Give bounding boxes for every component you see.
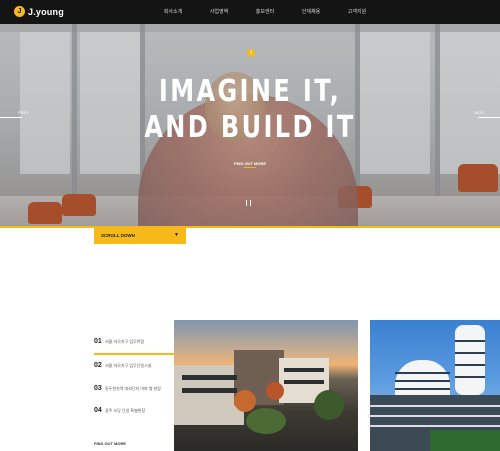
prev-slide-button[interactable]: PREV (18, 110, 29, 115)
project-number: 03 (94, 385, 102, 392)
project-number: 01 (94, 338, 102, 345)
main-nav: 회사소개 사업영역 홍보센터 인재채용 고객지원 (150, 0, 380, 24)
logo-mark-icon: J (14, 6, 25, 17)
project-active-indicator (94, 353, 174, 355)
tower-band (455, 364, 485, 366)
chevron-down-icon: ▼ (174, 232, 179, 238)
tower-band (395, 380, 450, 382)
slide-pager-dot-1[interactable] (246, 200, 247, 206)
project-image-towers[interactable] (370, 320, 500, 451)
project-item-3[interactable]: 03 동두천지역 대보단지 아파 형 현장 (94, 385, 161, 392)
podium-band (370, 415, 500, 417)
hero-title-line-2: AND BUILD IT (144, 110, 356, 145)
project-image-building-complex[interactable] (174, 320, 358, 451)
building-windows (182, 375, 237, 380)
tree (314, 390, 344, 420)
hero-bottom-accent-line (0, 226, 500, 228)
scroll-down-label: SCROLL DOWN (101, 233, 135, 238)
nav-item-company[interactable]: 회사소개 (150, 0, 196, 24)
nav-item-business[interactable]: 사업영역 (196, 0, 242, 24)
project-item-2[interactable]: 02 서울 마곡지구 업무단일시설 (94, 362, 151, 369)
building-windows (284, 380, 324, 384)
project-label: 서울 마곡지구 업무복합 (105, 339, 145, 344)
project-item-4[interactable]: 04 광주 오당 단일 특별현장 (94, 407, 145, 414)
prev-arrow-line-icon (0, 117, 22, 118)
scroll-down-button[interactable]: SCROLL DOWN ▼ (94, 228, 186, 244)
tree (246, 408, 286, 434)
project-label: 동두천지역 대보단지 아파 형 현장 (105, 386, 161, 391)
hero-banner: J IMAGINE IT, AND BUILD IT FIND OUT MORE… (0, 24, 500, 227)
hero-title-line-1: IMAGINE IT, (158, 74, 342, 109)
logo-text: J.young (28, 6, 64, 17)
hero-title: IMAGINE IT, AND BUILD IT (50, 74, 450, 146)
podium-band (370, 405, 500, 407)
hero-cta-underline (244, 167, 256, 168)
building-windows (284, 368, 324, 372)
logo[interactable]: J J.young (14, 6, 64, 17)
project-number: 04 (94, 407, 102, 414)
podium-band (370, 425, 500, 427)
next-slide-button[interactable]: NEXT (474, 110, 485, 115)
projects-find-out-more-link[interactable]: FIND OUT MORE (94, 441, 126, 446)
tower-band (395, 372, 450, 374)
project-item-1[interactable]: 01 서울 마곡지구 업무복합 (94, 338, 144, 345)
hero-find-out-more-link[interactable]: FIND OUT MORE (230, 161, 270, 166)
project-label: 서울 마곡지구 업무단일시설 (105, 363, 152, 368)
slide-pager-dot-2[interactable] (250, 200, 251, 206)
tower-band (455, 352, 485, 354)
nav-item-careers[interactable]: 인재채용 (288, 0, 334, 24)
nav-item-pr[interactable]: 홍보센터 (242, 0, 288, 24)
tree (234, 390, 256, 412)
building-windows (182, 388, 237, 393)
hero-badge-icon: J (247, 49, 255, 57)
next-arrow-line-icon (478, 117, 500, 118)
top-header: J J.young 회사소개 사업영역 홍보센터 인재채용 고객지원 (0, 0, 500, 24)
slide-pager (246, 200, 251, 206)
tower-band (395, 388, 450, 390)
greenery (430, 430, 500, 451)
project-number: 02 (94, 362, 102, 369)
project-label: 광주 오당 단일 특별현장 (105, 408, 146, 413)
tower (455, 325, 485, 395)
tower-band (455, 376, 485, 378)
nav-item-support[interactable]: 고객지원 (334, 0, 380, 24)
tower-band (455, 340, 485, 342)
tree (266, 382, 284, 400)
